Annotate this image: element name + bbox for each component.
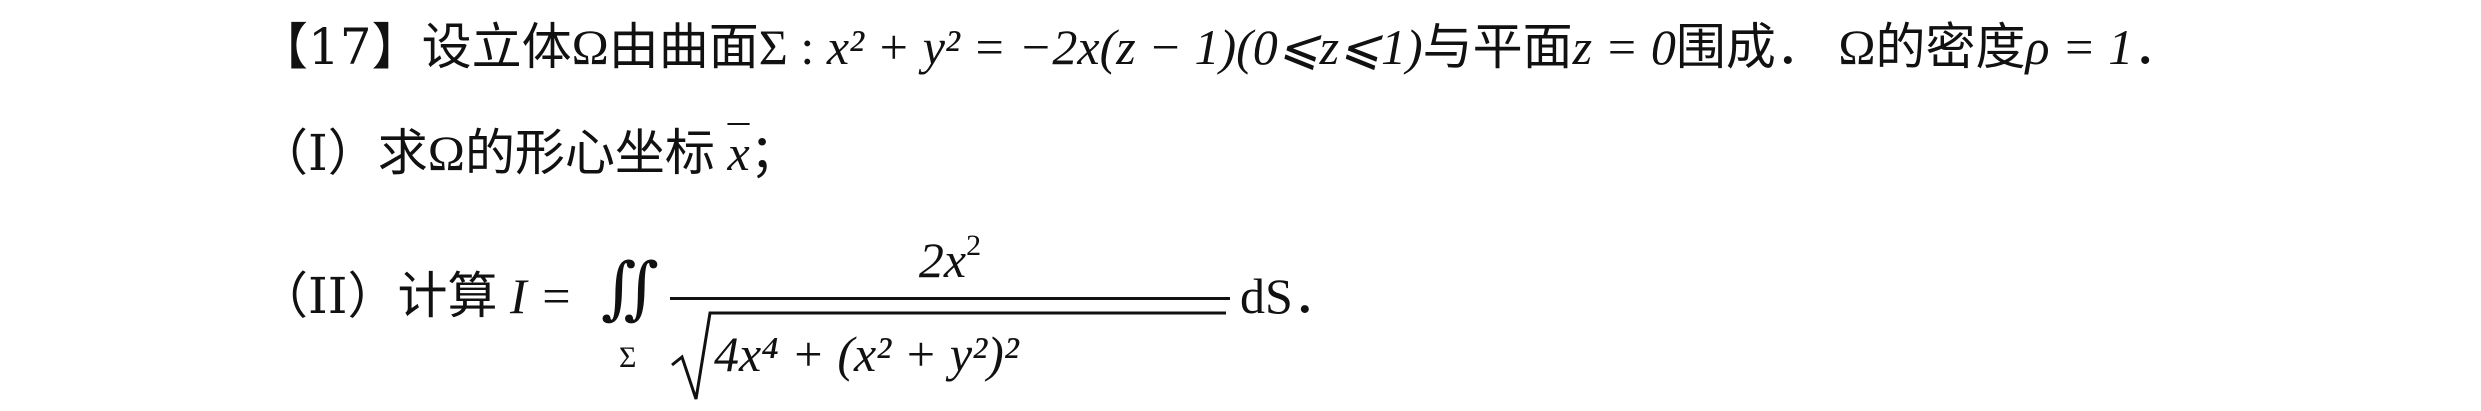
- integral-subscript: Σ: [619, 341, 637, 374]
- numerator-base: 2x: [918, 232, 967, 288]
- z-range: (0⩽z⩽1): [1236, 19, 1423, 75]
- integrand-fraction: 2x2 4x⁴ + (x² + y²)²: [670, 231, 1230, 407]
- integrand-numerator: 2x2: [670, 231, 1230, 288]
- centroid-xbar: x: [727, 125, 750, 181]
- part-one-text: 求: [377, 124, 428, 182]
- problem-statement: 【17】设立体Ω由曲面Σ : x² + y² = −2x(z − 1)(0⩽z⩽…: [258, 22, 2183, 72]
- numerator-exponent: 2: [966, 229, 982, 262]
- colon: :: [787, 19, 827, 75]
- sigma-symbol: Σ: [758, 19, 788, 75]
- omega-symbol: Ω: [571, 19, 609, 75]
- integrand-denominator: 4x⁴ + (x² + y²)²: [670, 307, 1230, 407]
- part-one-end: ；: [749, 124, 800, 182]
- problem-number: 【17】: [258, 18, 422, 76]
- statement-text-e: 的密度: [1875, 18, 2026, 76]
- plane-equation: z = 0: [1572, 19, 1676, 75]
- statement-text-d: 围成．: [1675, 18, 1826, 76]
- double-integral-sign: ∬: [601, 249, 659, 328]
- part-two-text: 计算: [397, 267, 498, 325]
- statement-text-a: 设立体: [421, 18, 572, 76]
- part-two-end: ．: [1292, 267, 1343, 325]
- part-two-prefix: （II）计算 I =: [258, 271, 573, 321]
- statement-text-c: 与平面: [1422, 18, 1573, 76]
- problem-page: 【17】设立体Ω由曲面Σ : x² + y² = −2x(z − 1)(0⩽z⩽…: [0, 0, 2481, 411]
- part-one: （I）求Ω的形心坐标 x；: [258, 128, 800, 178]
- omega-symbol-2: Ω: [1838, 19, 1876, 75]
- denominator-radicand: 4x⁴ + (x² + y²)²: [714, 326, 1019, 382]
- surface-element: dS: [1240, 268, 1293, 324]
- integral-lhs: I =: [510, 268, 573, 324]
- fraction-bar: [670, 297, 1230, 300]
- surface-integral: ∬ Σ: [601, 235, 661, 395]
- integral-tail: dS．: [1240, 271, 1343, 321]
- part-one-omega: Ω: [427, 125, 465, 181]
- statement-text-b: 由曲面: [608, 18, 759, 76]
- density-equation: ρ = 1: [2025, 19, 2134, 75]
- statement-end: ．: [2133, 19, 2184, 75]
- part-two-label: （II）: [258, 267, 398, 325]
- surface-equation: x² + y² = −2x(z − 1): [826, 19, 1237, 75]
- part-one-text-2: 的形心坐标: [464, 124, 715, 182]
- part-one-label: （I）: [258, 124, 378, 182]
